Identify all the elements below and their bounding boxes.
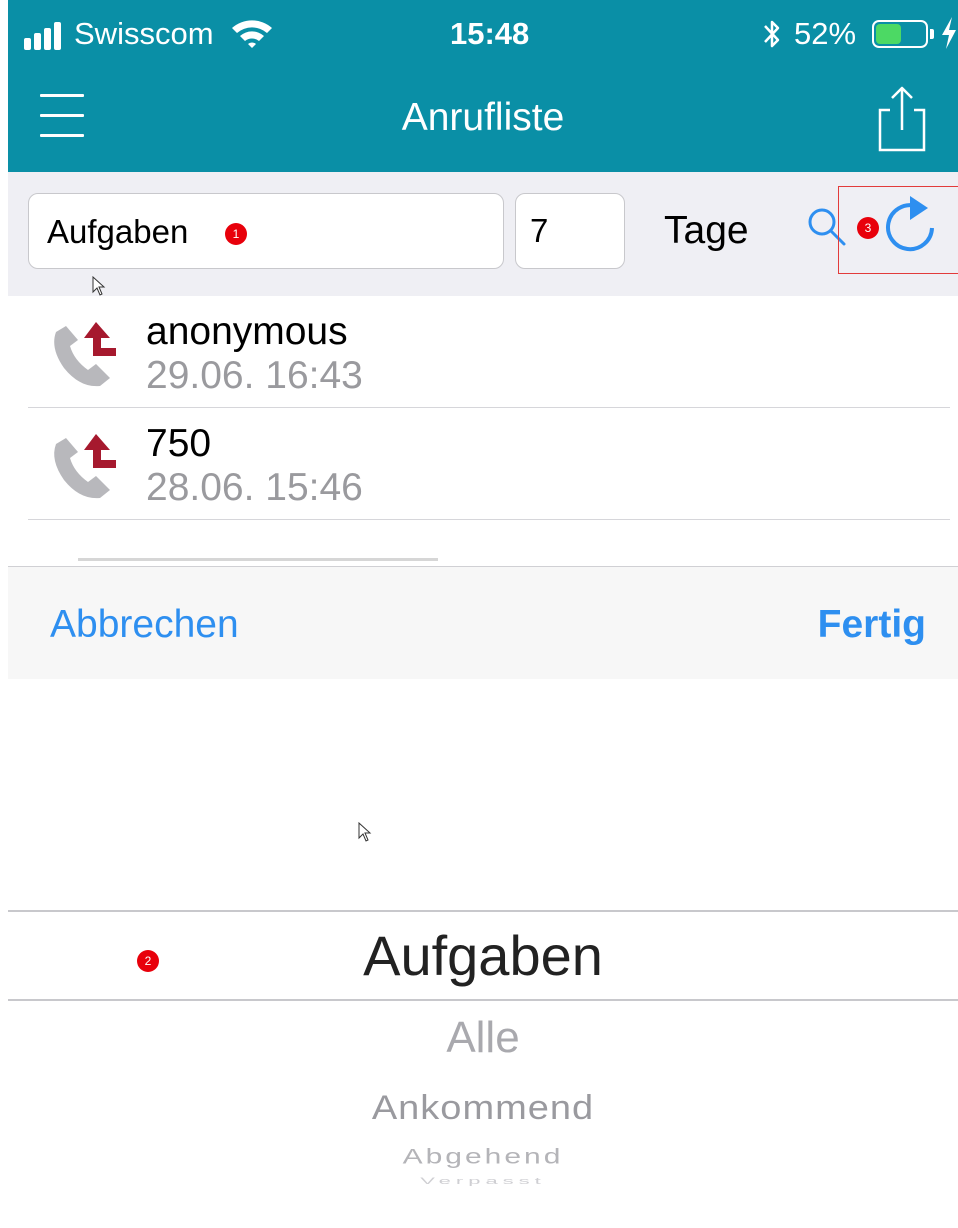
cancel-button[interactable]: Abbrechen xyxy=(50,603,239,647)
status-time: 15:48 xyxy=(450,16,530,51)
call-type-picker[interactable]: 2 Aufgaben Alle Ankommend Abgehend Verpa… xyxy=(8,679,958,1228)
outgoing-call-icon xyxy=(54,434,116,499)
call-type-select[interactable]: Aufgaben 1 xyxy=(28,193,504,269)
wifi-icon xyxy=(232,20,272,48)
selection-line-top xyxy=(8,910,958,912)
hidden-list-row xyxy=(8,558,958,566)
page-title: Anrufliste xyxy=(401,96,565,139)
picker-toolbar: Abbrechen Fertig xyxy=(8,566,958,679)
annotation-badge-3: 3 xyxy=(857,217,879,239)
charging-bolt-icon xyxy=(942,17,956,49)
call-list-item[interactable]: anonymous 29.06. 16:43 xyxy=(28,296,950,408)
outgoing-call-icon xyxy=(54,322,116,387)
picker-option-selected[interactable]: Aufgaben xyxy=(8,923,958,988)
annotation-badge-1: 1 xyxy=(225,223,247,245)
share-icon[interactable] xyxy=(872,84,930,154)
picker-option[interactable]: Ankommend xyxy=(8,1089,958,1128)
picker-option[interactable]: Alle xyxy=(8,1013,958,1063)
call-time: 28.06. 15:46 xyxy=(146,466,363,509)
battery-percent: 52% xyxy=(794,16,857,51)
picker-option[interactable]: Verpasst xyxy=(8,1176,958,1186)
left-edge xyxy=(0,0,8,1228)
call-list: anonymous 29.06. 16:43 750 28.06. 15:46 xyxy=(28,296,950,540)
days-input[interactable]: 7 xyxy=(515,193,625,269)
app-header: Swisscom 15:48 52% Anrufliste xyxy=(8,0,958,172)
days-unit-label: Tage xyxy=(664,209,749,252)
battery-tip xyxy=(930,29,934,39)
filter-bar: Aufgaben 1 7 Tage 3 xyxy=(8,172,958,296)
picker-option[interactable]: Abgehend xyxy=(8,1145,958,1169)
battery-level xyxy=(876,24,901,44)
call-name: 750 xyxy=(146,422,212,465)
carrier-name: Swisscom xyxy=(74,16,214,51)
call-type-value: Aufgaben xyxy=(47,213,189,250)
call-list-item[interactable]: 750 28.06. 15:46 xyxy=(28,408,950,520)
battery-icon xyxy=(872,20,928,48)
selection-line-bottom xyxy=(8,999,958,1001)
mouse-cursor-icon xyxy=(92,276,106,296)
navigation-bar: Anrufliste xyxy=(8,70,958,172)
refresh-icon[interactable] xyxy=(878,196,942,260)
call-name: anonymous xyxy=(146,310,348,353)
call-time: 29.06. 16:43 xyxy=(146,354,363,397)
mouse-cursor-icon xyxy=(358,822,372,842)
status-bar: Swisscom 15:48 52% xyxy=(8,0,958,70)
bluetooth-icon xyxy=(764,20,780,48)
signal-icon xyxy=(24,22,61,50)
done-button[interactable]: Fertig xyxy=(818,603,926,647)
